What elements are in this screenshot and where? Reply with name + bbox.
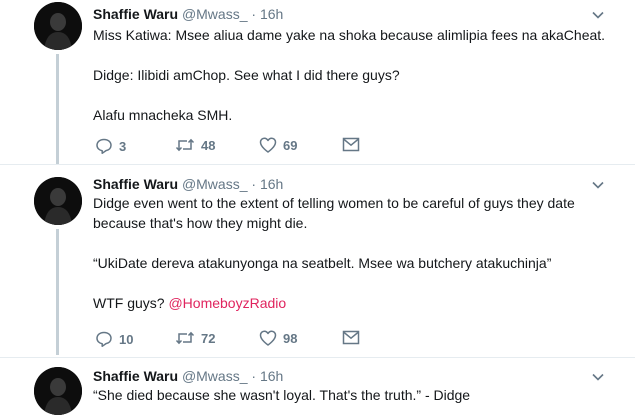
avatar[interactable] [34,2,82,50]
separator: · [251,368,257,384]
avatar-image [34,367,82,415]
tweet-paragraph: Alafu mnacheka SMH. [93,107,233,123]
retweet-button[interactable]: 72 [175,330,215,346]
direct-message-button[interactable] [342,137,360,152]
like-icon [259,330,277,346]
author-name[interactable]: Shaffie Waru [93,6,178,22]
avatar[interactable] [34,177,82,225]
chevron-down-icon[interactable] [591,8,605,22]
tweet-paragraph: Miss Katiwa: Msee aliua dame yake na sho… [93,27,606,43]
like-button[interactable]: 98 [259,330,297,346]
like-icon [259,137,277,153]
author-name[interactable]: Shaffie Waru [93,176,178,192]
separator: · [251,176,257,192]
reply-count: 10 [119,331,134,347]
message-icon [342,137,360,152]
timestamp[interactable]: 16h [260,176,283,192]
tweet-paragraph: “UkiDate dereva atakunyonga na seatbelt.… [93,255,552,271]
reply-button[interactable]: 10 [95,330,133,348]
thread-line [56,229,59,355]
tweet-text: Miss Katiwa: Msee aliua dame yake na sho… [93,25,613,125]
reply-button[interactable]: 3 [95,137,126,155]
tweet-text-fragment: WTF guys? [93,295,169,311]
author-handle[interactable]: @Mwass_ [182,6,248,22]
timestamp[interactable]: 16h [260,368,283,384]
tweet-text: “She died because she wasn't loyal. That… [93,385,613,405]
reply-icon [96,138,112,155]
tweet-paragraph: Didge even went to the extent of telling… [93,195,575,231]
like-count: 69 [283,137,298,153]
retweet-icon [175,138,195,152]
author-handle[interactable]: @Mwass_ [182,368,248,384]
chevron-down-icon[interactable] [591,178,605,192]
like-button[interactable]: 69 [259,137,297,153]
chevron-down-icon[interactable] [591,370,605,384]
retweet-icon [175,331,195,345]
tweet-paragraph: “She died because she wasn't loyal. That… [93,387,471,403]
reply-count: 3 [119,138,127,154]
tweet-paragraph: WTF guys? @HomeboyzRadio [93,293,613,313]
avatar[interactable] [34,367,82,415]
author-name[interactable]: Shaffie Waru [93,368,178,384]
thread-line [56,54,59,164]
tweet-text: Didge even went to the extent of telling… [93,193,613,313]
tweet-header: Shaffie Waru @Mwass_ · 16h [93,6,283,22]
message-icon [342,330,360,345]
retweet-button[interactable]: 48 [175,137,215,153]
reply-icon [96,331,112,348]
mention-link[interactable]: @HomeboyzRadio [168,295,286,311]
tweet-1[interactable]: Shaffie Waru @Mwass_ · 16h Miss Katiwa: … [0,0,635,164]
tweet-3[interactable]: Shaffie Waru @Mwass_ · 16h “She died bec… [0,358,635,417]
avatar-image [34,177,82,225]
direct-message-button[interactable] [342,330,360,345]
like-count: 98 [283,330,298,346]
retweet-count: 48 [201,137,216,153]
tweet-2[interactable]: Shaffie Waru @Mwass_ · 16h Didge even we… [0,165,635,355]
separator: · [251,6,257,22]
retweet-count: 72 [201,330,216,346]
avatar-image [34,2,82,50]
tweet-paragraph: Didge: Ilibidi amChop. See what I did th… [93,67,400,83]
timestamp[interactable]: 16h [260,6,283,22]
author-handle[interactable]: @Mwass_ [182,176,248,192]
tweet-header: Shaffie Waru @Mwass_ · 16h [93,368,283,384]
tweet-header: Shaffie Waru @Mwass_ · 16h [93,176,283,192]
